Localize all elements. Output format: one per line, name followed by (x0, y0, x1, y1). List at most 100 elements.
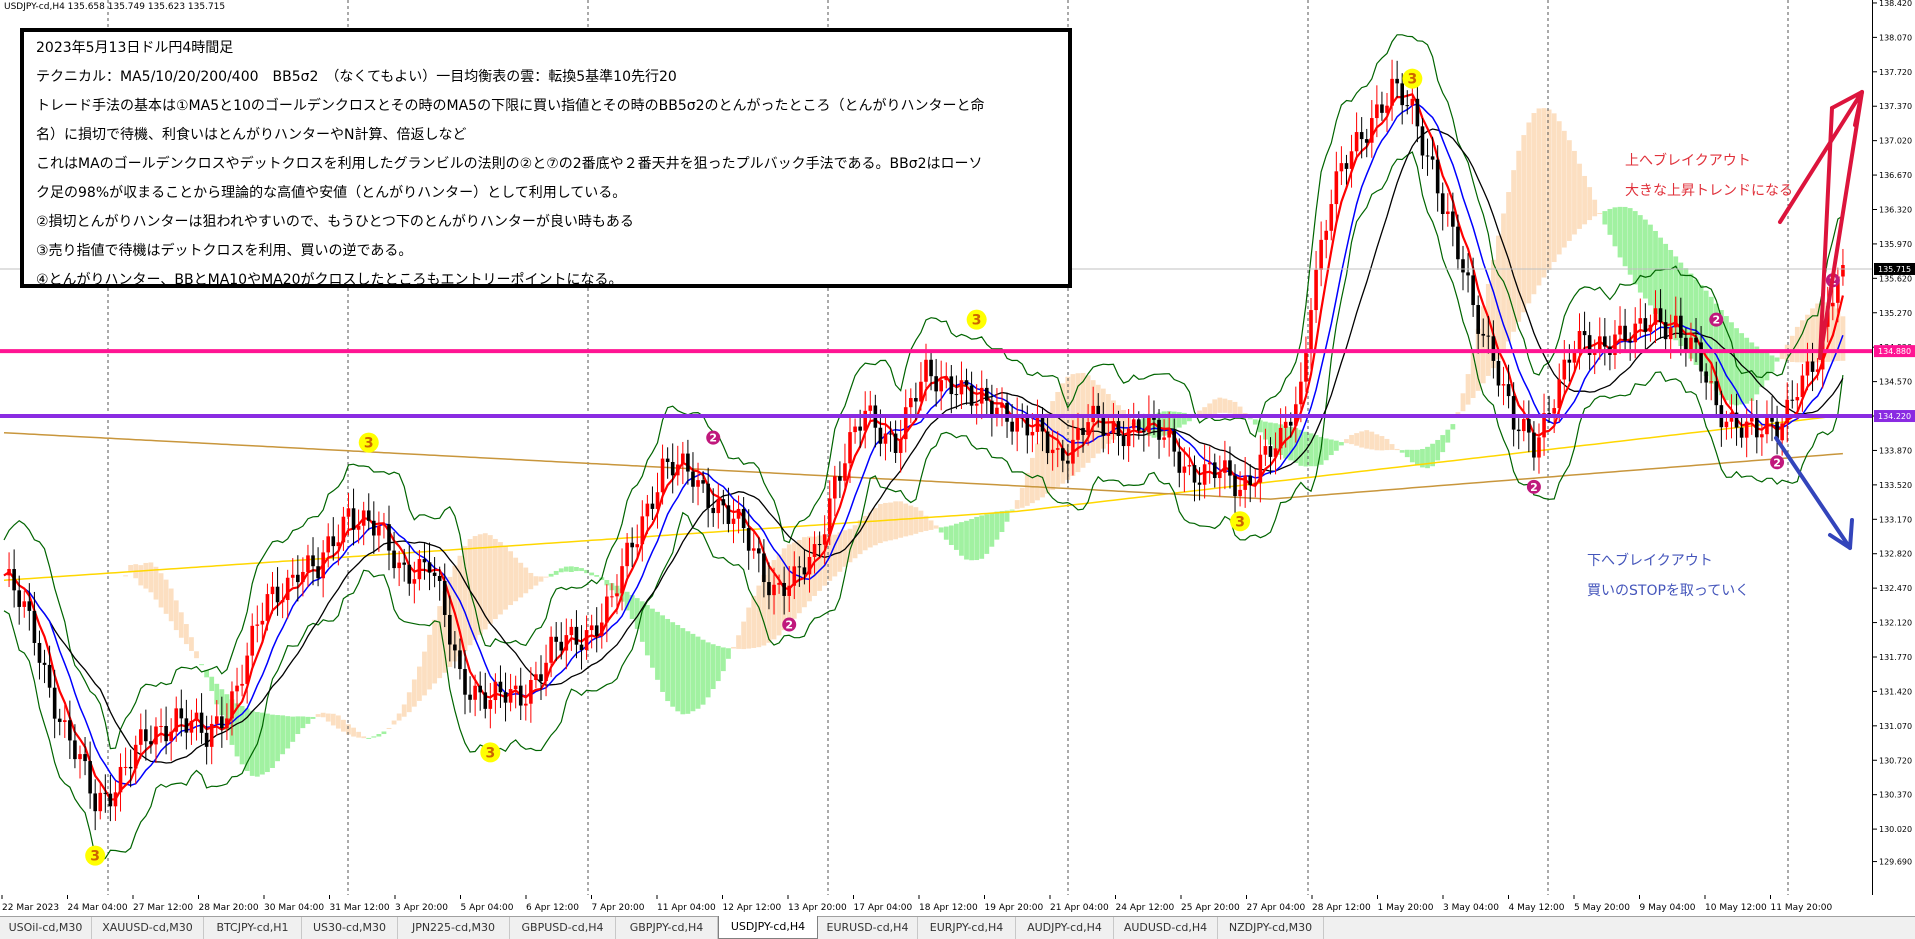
cloud-segment (1237, 406, 1243, 415)
cloud-segment (310, 716, 316, 719)
tab-eurjpy[interactable]: EURJPY-cd,H4 (918, 917, 1016, 939)
cloud-segment (1339, 442, 1344, 446)
cloud-segment (731, 646, 736, 649)
candle-body (589, 625, 594, 631)
cloud-segment (1642, 219, 1648, 299)
candle-body (189, 720, 194, 733)
candle-body (1643, 318, 1648, 332)
tab-usdjpy[interactable]: USDJPY-cd,H4 (718, 916, 818, 939)
candle-body (610, 596, 614, 598)
candle-body (478, 685, 482, 693)
cloud-segment (1222, 398, 1228, 413)
candle-body (1668, 327, 1673, 340)
candle-body (1679, 315, 1683, 338)
candle-body (868, 405, 873, 411)
candle-body (1157, 419, 1161, 440)
cloud-segment (1729, 322, 1734, 405)
price-tick-label: 132.470 (1879, 584, 1912, 593)
candle-body (1704, 371, 1708, 383)
time-tick-label: 24 Mar 04:00 (68, 903, 128, 913)
candle-body (1288, 421, 1293, 426)
candle-body (1831, 302, 1835, 307)
candle-body (1319, 239, 1323, 270)
candle-body (372, 520, 376, 536)
cloud-segment (376, 734, 382, 737)
tab-audusd[interactable]: AUDUSD-cd,H4 (1114, 917, 1218, 939)
candle-body (73, 740, 77, 760)
cloud-segment (1521, 135, 1527, 313)
cloud-segment (1769, 355, 1775, 372)
cloud-segment (969, 519, 974, 561)
candle-body (412, 579, 417, 584)
cloud-segment (1460, 393, 1466, 412)
tab-audjpy[interactable]: AUDJPY-cd,H4 (1016, 917, 1114, 939)
cloud-segment (1399, 450, 1405, 453)
candle-body (827, 498, 832, 535)
candle-body (1638, 318, 1643, 324)
candle-body (1425, 155, 1430, 157)
cloud-segment (1582, 175, 1587, 225)
price-scale[interactable]: 129.320 129.690 130.020 130.370 130.720 131.0… (1872, 0, 1915, 903)
cloud-segment (543, 576, 549, 578)
tab-usoil[interactable]: USOil-cd,M30 (0, 917, 92, 939)
cloud-segment (999, 511, 1005, 533)
tab-nzdjpy[interactable]: NZDJPY-cd,M30 (1218, 917, 1324, 939)
candle-body (123, 766, 128, 768)
candle-body (138, 729, 143, 745)
candle-body (458, 650, 462, 670)
candle-body (549, 636, 553, 663)
cloud-segment (726, 648, 731, 659)
cloud-segment (477, 534, 483, 635)
cloud-segment (1019, 487, 1025, 508)
cloud-segment (1207, 403, 1213, 415)
time-tick-label: 7 Apr 20:00 (592, 903, 645, 913)
candle-body (1304, 349, 1308, 382)
tab-xauusd[interactable]: XAUUSD-cd,M30 (92, 917, 204, 939)
price-tick-label: 131.420 (1879, 687, 1912, 696)
tab-eurusd[interactable]: EURUSD-cd,H4 (818, 917, 918, 939)
candle-body (1273, 448, 1278, 457)
cloud-segment (984, 514, 990, 554)
time-tick-label: 25 Apr 20:00 (1181, 903, 1240, 913)
cloud-segment (199, 664, 204, 666)
candle-body (1136, 419, 1141, 431)
time-tick-label: 13 Apr 20:00 (788, 903, 847, 913)
cloud-segment (1648, 224, 1653, 306)
candle-body (979, 387, 984, 404)
candle-body (159, 725, 163, 727)
candle-body (1577, 331, 1582, 351)
candle-body (473, 685, 477, 700)
candle-body (194, 712, 199, 721)
tab-btcjpy[interactable]: BTCJPY-cd,H1 (204, 917, 302, 939)
candle-body (954, 394, 959, 396)
cloud-segment (503, 545, 508, 610)
tab-us30[interactable]: US30-cd,M30 (302, 917, 398, 939)
tab-gbpjpy[interactable]: GBPJPY-cd,H4 (616, 917, 718, 939)
cloud-segment (280, 715, 286, 755)
cloud-segment (330, 713, 336, 726)
candle-body (1658, 308, 1663, 323)
candle-body (919, 381, 923, 402)
candle-body (1212, 462, 1217, 479)
candle-body (807, 556, 812, 575)
candle-body (32, 610, 37, 643)
price-tick-label: 136.670 (1879, 171, 1912, 180)
tab-jpn225[interactable]: JPN225-cd,M30 (398, 917, 510, 939)
tab-gbpusd[interactable]: GBPUSD-cd,H4 (510, 917, 616, 939)
candle-body (1663, 322, 1668, 340)
candle-body (1162, 437, 1166, 440)
candle-body (605, 596, 609, 623)
time-tick-label: 30 Mar 04:00 (264, 903, 324, 913)
candle-body (1060, 448, 1065, 461)
ma200-line (3, 414, 1843, 582)
time-axis[interactable]: 22 Mar 2023 24 Mar 04:00 27 Mar 12:00 28 Ma… (0, 895, 1872, 916)
price-tick-label: 129.320 (1879, 894, 1912, 895)
candle-body (1800, 375, 1805, 398)
cloud-segment (1739, 333, 1745, 405)
cloud-segment (1328, 439, 1334, 456)
cloud-segment (1602, 211, 1608, 225)
candle-body (802, 567, 807, 575)
candle-body (574, 626, 579, 645)
cloud-segment (751, 595, 757, 648)
candle-body (757, 548, 761, 554)
